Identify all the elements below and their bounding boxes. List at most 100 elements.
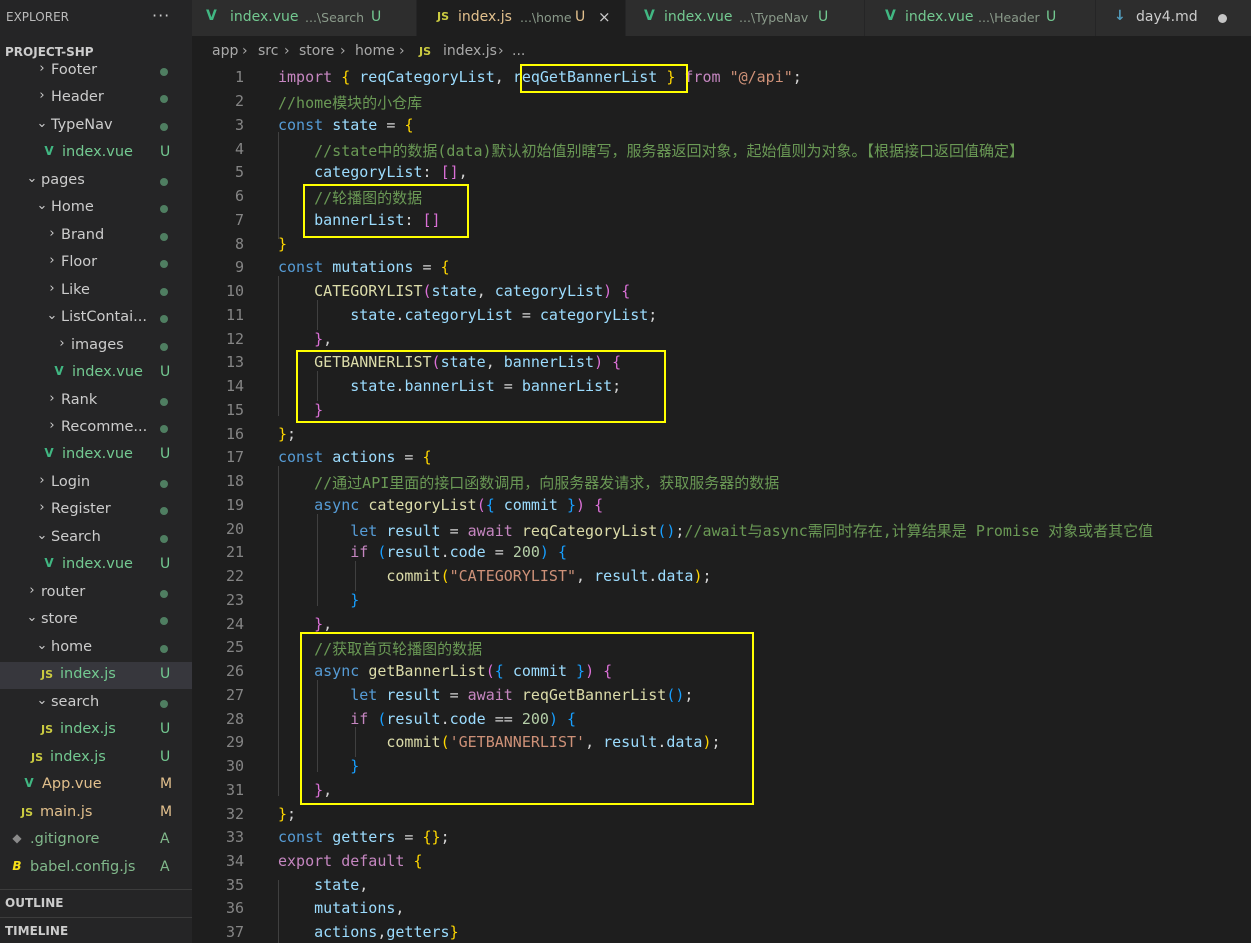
line-number: 35: [225, 876, 244, 894]
tree-file[interactable]: Vindex.vue U: [0, 360, 192, 387]
breadcrumb-file[interactable]: index.js: [443, 43, 497, 59]
breadcrumb-separator: ›: [399, 43, 405, 59]
code-editor[interactable]: 1 2 3 4 5 6 7 8 9 10 11 12 13 14 15 16 17 18 19 20 21 22 23 24 2…: [192, 64, 1251, 943]
line-number: 32: [225, 805, 244, 823]
code-line-2: //home模块的小仓库: [278, 92, 422, 113]
more-actions-icon[interactable]: ···: [152, 6, 170, 25]
code-line-17: const actions = {: [278, 448, 432, 466]
line-number: 15: [225, 401, 244, 419]
tree-item-label: Search: [51, 529, 101, 545]
tree-item-label: Footer: [51, 62, 98, 78]
git-status-badge: U: [160, 144, 171, 160]
breadcrumb-separator: ›: [242, 43, 248, 59]
breadcrumb-src[interactable]: src: [258, 43, 278, 59]
tree-file[interactable]: Vindex.vue U: [0, 442, 192, 469]
tree-file[interactable]: V App.vue M: [0, 772, 192, 799]
tree-item-label: index.js: [60, 666, 116, 682]
git-status-badge: M: [160, 776, 173, 792]
timeline-section[interactable]: TIMELINE: [0, 917, 192, 943]
tab-file-name: day4.md: [1136, 9, 1198, 25]
tab-home-index-js[interactable]: JS index.js ...\home U ×: [417, 0, 626, 36]
tree-folder[interactable]: › Recomme...: [0, 415, 192, 442]
tree-folder[interactable]: ⌄ Search: [0, 525, 192, 552]
line-number: 3: [234, 116, 244, 134]
chevron-down-icon: ⌄: [26, 610, 38, 625]
tab-file-path: ...\Search: [305, 10, 365, 25]
tree-folder[interactable]: › router: [0, 580, 192, 607]
tree-folder[interactable]: ⌄ home: [0, 635, 192, 662]
modified-dot-icon: [160, 233, 168, 241]
line-number: 27: [225, 686, 244, 704]
outline-section[interactable]: OUTLINE: [0, 889, 192, 917]
line-number: 7: [234, 211, 244, 229]
tree-folder[interactable]: ⌄ Home: [0, 195, 192, 222]
line-number: 24: [225, 615, 244, 633]
line-number: 9: [234, 258, 244, 276]
tree-folder[interactable]: › Rank: [0, 388, 192, 415]
tab-status: U: [371, 9, 382, 25]
markdown-file-icon: ↓: [1114, 8, 1126, 24]
breadcrumb-symbols[interactable]: ...: [512, 43, 525, 59]
chevron-down-icon: ⌄: [36, 198, 48, 213]
tree-file[interactable]: ◆ .gitignore A: [0, 827, 192, 854]
tab-file-name: index.vue: [905, 9, 974, 25]
tree-folder[interactable]: ⌄ store: [0, 607, 192, 634]
tree-item-label: pages: [41, 172, 85, 188]
tree-item-label: index.vue: [72, 364, 143, 380]
modified-dot-icon: [160, 68, 168, 76]
chevron-right-icon: ›: [49, 418, 55, 433]
breadcrumb-home[interactable]: home: [355, 43, 395, 59]
tree-folder[interactable]: › images: [0, 333, 192, 360]
tree-item-label: index.vue: [62, 446, 133, 462]
tree-file[interactable]: Vindex.vue U: [0, 552, 192, 579]
breadcrumb-app[interactable]: app: [212, 43, 238, 59]
timeline-label: TIMELINE: [5, 924, 69, 938]
tree-folder[interactable]: › Brand: [0, 223, 192, 250]
modified-dot-icon: [160, 288, 168, 296]
breadcrumb-separator: ›: [498, 43, 504, 59]
tree-file[interactable]: JS index.js U: [0, 662, 192, 689]
chevron-down-icon: ⌄: [46, 308, 58, 323]
chevron-right-icon: ›: [49, 226, 55, 241]
tree-item-label: index.vue: [62, 144, 133, 160]
tab-day4-md[interactable]: ↓ day4.md: [1096, 0, 1251, 36]
chevron-right-icon: ›: [49, 253, 55, 268]
chevron-down-icon: ⌄: [36, 693, 48, 708]
tree-item-label: Login: [51, 474, 91, 490]
chevron-right-icon: ›: [49, 391, 55, 406]
chevron-right-icon: ›: [39, 500, 45, 515]
chevron-down-icon: ⌄: [36, 528, 48, 543]
tree-folder[interactable]: ⌄ TypeNav: [0, 113, 192, 140]
tab-typenav-index-vue[interactable]: V index.vue ...\TypeNav U: [626, 0, 865, 36]
modified-dot-icon: [160, 507, 168, 515]
code-line-9: const mutations = {: [278, 258, 450, 276]
tree-folder[interactable]: ⌄ pages: [0, 168, 192, 195]
tree-item-label: index.js: [60, 721, 116, 737]
tree-file[interactable]: JS index.js U: [0, 717, 192, 744]
code-line-16: };: [278, 425, 297, 443]
tree-file[interactable]: JS index.js U: [0, 745, 192, 772]
code-line-5: categoryList: [],: [314, 163, 468, 181]
tree-folder[interactable]: ⌄ search: [0, 690, 192, 717]
chevron-right-icon: ›: [39, 61, 45, 76]
tree-folder[interactable]: › Like: [0, 278, 192, 305]
unsaved-dot-icon[interactable]: [1218, 14, 1227, 23]
close-icon[interactable]: ×: [598, 8, 611, 26]
tree-folder[interactable]: › Header: [0, 85, 192, 112]
highlight-box: [296, 350, 666, 423]
tab-header-index-vue[interactable]: V index.vue ...\Header U: [865, 0, 1096, 36]
tree-file[interactable]: JS main.js M: [0, 800, 192, 827]
tab-search-index-vue[interactable]: V index.vue ...\Search U: [192, 0, 417, 36]
tree-folder[interactable]: › Register: [0, 497, 192, 524]
tree-file[interactable]: Vindex.vue U: [0, 140, 192, 167]
modified-dot-icon: [160, 178, 168, 186]
tree-folder[interactable]: ⌄ ListContai...: [0, 305, 192, 332]
breadcrumb-store[interactable]: store: [299, 43, 334, 59]
tab-status: U: [1046, 9, 1057, 25]
tree-file[interactable]: Bbabel.config.js A: [0, 855, 192, 882]
tree-folder[interactable]: › Login: [0, 470, 192, 497]
tree-folder[interactable]: › Footer: [0, 58, 192, 85]
tree-folder[interactable]: › Floor: [0, 250, 192, 277]
string: "@/api": [729, 68, 793, 86]
keyword: from: [684, 68, 721, 86]
